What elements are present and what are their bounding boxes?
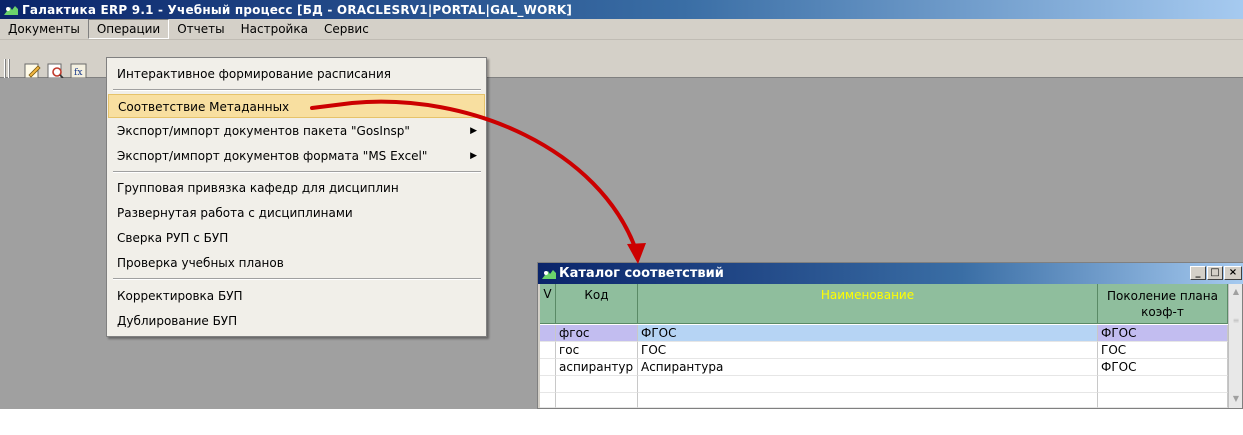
app-icon xyxy=(542,269,556,279)
scroll-thumb-grip-icon[interactable]: ≡ xyxy=(1230,314,1242,328)
column-header-generation-line1: Поколение плана xyxy=(1107,288,1218,303)
cell-generation[interactable]: ФГОС xyxy=(1098,325,1228,342)
menu-item-label: Экспорт/импорт документов формата "MS Ex… xyxy=(117,149,428,163)
maximize-button[interactable]: □ xyxy=(1207,266,1223,280)
operations-menu: Интерактивное формирование расписания Со… xyxy=(106,57,487,337)
menu-item-label: Развернутая работа с дисциплинами xyxy=(117,206,353,220)
submenu-arrow-icon: ▶ xyxy=(470,126,477,136)
vertical-scrollbar[interactable]: ▲ ≡ ▼ xyxy=(1228,284,1242,408)
cell-code[interactable]: фгос xyxy=(556,325,638,342)
cell-name xyxy=(638,376,1098,393)
cell-name[interactable]: ГОС xyxy=(638,342,1098,359)
scroll-up-icon[interactable]: ▲ xyxy=(1230,285,1242,299)
cell-generation xyxy=(1098,376,1228,393)
menu-item-export-gosinsp[interactable]: Экспорт/импорт документов пакета "GosIns… xyxy=(108,119,485,143)
menu-settings[interactable]: Настройка xyxy=(233,20,316,39)
column-header-code[interactable]: Код xyxy=(556,284,638,324)
cell-generation[interactable]: ГОС xyxy=(1098,342,1228,359)
cell-generation xyxy=(1098,393,1228,408)
column-header-mark[interactable]: V xyxy=(540,284,556,324)
menu-item-metadata-match[interactable]: Соответствие Метаданных xyxy=(108,94,485,118)
menu-item-disciplines[interactable]: Развернутая работа с дисциплинами xyxy=(108,201,485,225)
menu-item-schedule[interactable]: Интерактивное формирование расписания xyxy=(108,62,485,86)
row-marker xyxy=(540,376,556,393)
menu-bar: Документы Операции Отчеты Настройка Серв… xyxy=(0,19,1243,40)
window-titlebar: Галактика ERP 9.1 - Учебный процесс [БД … xyxy=(0,0,1243,19)
menu-item-label: Групповая привязка кафедр для дисциплин xyxy=(117,181,399,195)
menu-item-export-excel[interactable]: Экспорт/импорт документов формата "MS Ex… xyxy=(108,144,485,168)
menu-item-rup-bup-check[interactable]: Сверка РУП с БУП xyxy=(108,226,485,250)
submenu-arrow-icon: ▶ xyxy=(470,151,477,161)
catalog-table: V Код Наименование Поколение плана коэф-… xyxy=(540,284,1242,408)
column-header-name[interactable]: Наименование xyxy=(638,284,1098,324)
menu-item-label: Дублирование БУП xyxy=(117,314,238,328)
cell-name xyxy=(638,393,1098,408)
menu-item-bup-correction[interactable]: Корректировка БУП xyxy=(108,284,485,308)
row-marker xyxy=(540,393,556,408)
menu-item-label: Корректировка БУП xyxy=(117,289,243,303)
status-area xyxy=(0,409,1243,435)
column-header-generation-line2: коэф-т xyxy=(1141,304,1184,319)
row-marker xyxy=(540,342,556,359)
menu-item-label: Соответствие Метаданных xyxy=(118,100,290,114)
cell-code[interactable]: аспирантур xyxy=(556,359,638,376)
menu-separator xyxy=(113,171,481,173)
cell-code xyxy=(556,393,638,408)
menu-separator xyxy=(113,278,481,280)
catalog-window: Каталог соответствий _ □ × V Код Наимено… xyxy=(537,262,1243,409)
catalog-titlebar[interactable]: Каталог соответствий _ □ × xyxy=(538,263,1243,284)
menu-item-bup-duplicate[interactable]: Дублирование БУП xyxy=(108,309,485,333)
cell-generation[interactable]: ФГОС xyxy=(1098,359,1228,376)
row-marker xyxy=(540,359,556,376)
column-header-generation[interactable]: Поколение плана коэф-т xyxy=(1098,284,1228,324)
row-marker xyxy=(540,325,556,342)
menu-item-group-binding[interactable]: Групповая привязка кафедр для дисциплин xyxy=(108,176,485,200)
menu-operations[interactable]: Операции xyxy=(87,19,170,39)
menu-item-label: Проверка учебных планов xyxy=(117,256,284,270)
minimize-button[interactable]: _ xyxy=(1190,266,1206,280)
menu-item-label: Интерактивное формирование расписания xyxy=(117,67,391,81)
svg-text:fx: fx xyxy=(74,68,82,78)
close-button[interactable]: × xyxy=(1224,266,1242,280)
menu-reports[interactable]: Отчеты xyxy=(169,20,232,39)
menu-item-label: Экспорт/импорт документов пакета "GosIns… xyxy=(117,124,410,138)
menu-separator xyxy=(113,89,481,91)
catalog-title: Каталог соответствий xyxy=(559,266,724,281)
menu-service[interactable]: Сервис xyxy=(316,20,377,39)
cell-code[interactable]: гос xyxy=(556,342,638,359)
cell-name[interactable]: ФГОС xyxy=(638,325,1098,342)
menu-documents[interactable]: Документы xyxy=(0,20,88,39)
cell-code xyxy=(556,376,638,393)
window-title: Галактика ERP 9.1 - Учебный процесс [БД … xyxy=(22,2,573,17)
menu-item-label: Сверка РУП с БУП xyxy=(117,231,229,245)
app-icon xyxy=(4,5,18,15)
cell-name[interactable]: Аспирантура xyxy=(638,359,1098,376)
menu-item-plan-check[interactable]: Проверка учебных планов xyxy=(108,251,485,275)
scroll-down-icon[interactable]: ▼ xyxy=(1230,392,1242,406)
